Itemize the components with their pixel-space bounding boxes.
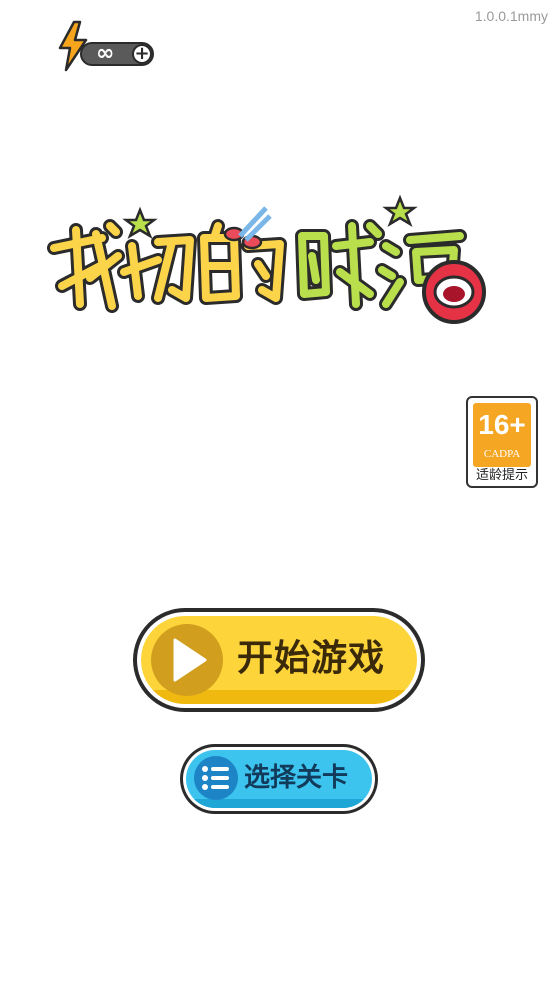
select-level-label: 选择关卡 — [244, 763, 349, 793]
select-level-button[interactable]: 选择关卡 — [180, 744, 378, 814]
age-rating-badge[interactable]: 16+ CADPA 适龄提示 — [466, 396, 538, 488]
age-rating-tip: 适龄提示 — [475, 468, 528, 483]
age-rating-box: 16+ CADPA — [473, 403, 531, 467]
version-label: 1.0.0.1mmy — [474, 8, 548, 24]
age-rating-value: 16+ — [478, 409, 526, 440]
list-icon — [194, 756, 238, 800]
energy-value: ∞ — [96, 41, 115, 66]
energy-widget[interactable]: ∞ + — [56, 20, 156, 74]
plus-icon[interactable]: + — [132, 44, 152, 64]
start-game-label: 开始游戏 — [237, 638, 386, 679]
play-icon — [151, 624, 223, 696]
age-rating-org: CADPA — [483, 448, 521, 460]
game-title-logo — [47, 194, 486, 324]
start-game-button[interactable]: 开始游戏 — [133, 608, 425, 712]
